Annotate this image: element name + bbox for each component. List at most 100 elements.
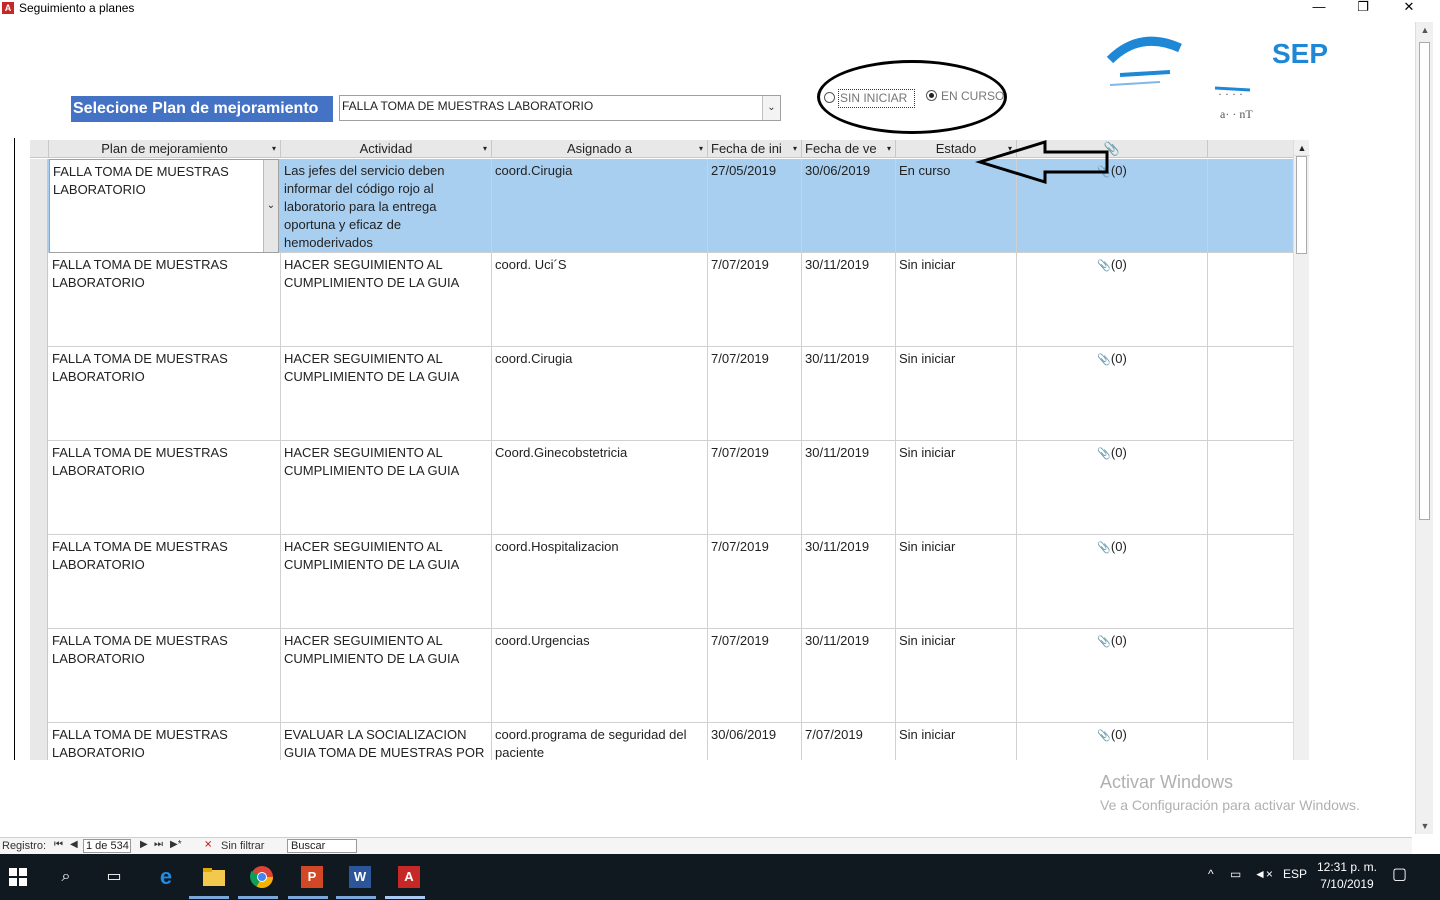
cell-asignado[interactable]: coord.Cirugia [492, 347, 708, 441]
search-field[interactable]: Buscar [287, 839, 357, 853]
cell-actividad[interactable]: HACER SEGUIMIENTO AL CUMPLIMIENTO DE LA … [281, 253, 492, 347]
table-row[interactable]: FALLA TOMA DE MUESTRAS LABORATORIO HACER … [30, 347, 1293, 441]
cell-asignado[interactable]: coord.Hospitalizacion [492, 535, 708, 629]
scroll-up-arrow-icon[interactable]: ▲ [1294, 140, 1310, 156]
row-selector[interactable] [30, 723, 48, 760]
first-record-icon[interactable]: ⏮ [54, 839, 63, 850]
chevron-down-icon[interactable]: ⌄ [762, 96, 780, 120]
cell-estado[interactable]: Sin iniciar [896, 629, 1017, 723]
cell-plan[interactable]: FALLA TOMA DE MUESTRAS LABORATORIO [49, 347, 281, 441]
grid-scrollbar[interactable]: ▲ [1293, 140, 1310, 760]
volume-muted-icon[interactable]: ◄× [1254, 867, 1273, 881]
cell-estado[interactable]: Sin iniciar [896, 535, 1017, 629]
table-row[interactable]: FALLA TOMA DE MUESTRAS LABORATORIO HACER … [30, 253, 1293, 347]
column-header-actividad[interactable]: Actividad ▾ [281, 140, 492, 158]
search-icon[interactable]: ⌕ [52, 863, 80, 891]
cell-estado[interactable]: Sin iniciar [896, 347, 1017, 441]
cell-asignado[interactable]: coord. Uci´S [492, 253, 708, 347]
chrome-icon[interactable] [248, 863, 276, 891]
cell-fecha-ini[interactable]: 7/07/2019 [708, 347, 802, 441]
table-row[interactable]: FALLA TOMA DE MUESTRAS LABORATORIO HACER … [30, 629, 1293, 723]
network-icon[interactable]: ▭ [1230, 867, 1241, 881]
row-selector[interactable] [30, 629, 48, 723]
minimize-button[interactable]: — [1296, 0, 1342, 16]
cell-plan[interactable]: FALLA TOMA DE MUESTRAS LABORATORIO [49, 253, 281, 347]
cell-fecha-ve[interactable]: 30/11/2019 [802, 347, 896, 441]
cell-fecha-ini[interactable]: 7/07/2019 [708, 253, 802, 347]
header-selector[interactable] [30, 140, 49, 158]
tray-expand-icon[interactable]: ^ [1208, 867, 1214, 881]
file-explorer-icon[interactable] [200, 863, 228, 891]
dropdown-arrow-icon[interactable]: ▾ [887, 140, 891, 157]
radio-sin-iniciar-label[interactable]: SIN INICIAR [838, 89, 915, 108]
row-selector[interactable] [30, 441, 48, 535]
cell-plan[interactable]: FALLA TOMA DE MUESTRAS LABORATORIO [49, 629, 281, 723]
restore-button[interactable]: ❐ [1340, 0, 1386, 16]
cell-fecha-ini[interactable]: 7/07/2019 [708, 629, 802, 723]
row-selector[interactable] [30, 535, 48, 629]
cell-plan[interactable]: FALLA TOMA DE MUESTRAS LABORATORIO [49, 441, 281, 535]
cell-fecha-ve[interactable]: 30/11/2019 [802, 535, 896, 629]
window-scrollbar[interactable]: ▲ ▼ [1415, 22, 1433, 834]
close-button[interactable]: ✕ [1386, 0, 1432, 16]
cell-fecha-ini[interactable]: 7/07/2019 [708, 441, 802, 535]
dropdown-arrow-icon[interactable]: ▾ [793, 140, 797, 157]
row-selector[interactable] [30, 253, 48, 347]
last-record-icon[interactable]: ⏭ [154, 839, 163, 850]
table-row[interactable]: FALLA TOMA DE MUESTRAS LABORATORIO EVALUA… [30, 723, 1293, 760]
cell-fecha-ve[interactable]: 30/06/2019 [802, 159, 896, 253]
cell-plan[interactable]: FALLA TOMA DE MUESTRAS LABORATORIO [49, 723, 281, 760]
cell-asignado[interactable]: Coord.Ginecobstetricia [492, 441, 708, 535]
cell-plan[interactable]: FALLA TOMA DE MUESTRAS LABORATORIO [49, 535, 281, 629]
powerpoint-icon[interactable]: P [298, 863, 326, 891]
scroll-down-arrow-icon[interactable]: ▼ [1416, 818, 1434, 834]
cell-adjuntos[interactable]: 📎(0) [1017, 535, 1208, 629]
word-icon[interactable]: W [346, 863, 374, 891]
dropdown-arrow-icon[interactable]: ▾ [699, 140, 703, 157]
cell-fecha-ini[interactable]: 27/05/2019 [708, 159, 802, 253]
cell-fecha-ini[interactable]: 7/07/2019 [708, 535, 802, 629]
cell-adjuntos[interactable]: 📎(0) [1017, 253, 1208, 347]
plan-combobox[interactable]: FALLA TOMA DE MUESTRAS LABORATORIO ⌄ [339, 95, 781, 121]
chevron-down-icon[interactable]: ⌄ [263, 160, 278, 252]
cell-actividad[interactable]: Las jefes del servicio deben informar de… [281, 159, 492, 253]
language-indicator[interactable]: ESP [1283, 867, 1307, 881]
cell-adjuntos[interactable]: 📎(0) [1017, 441, 1208, 535]
cell-fecha-ve[interactable]: 30/11/2019 [802, 629, 896, 723]
cell-estado[interactable]: Sin iniciar [896, 253, 1017, 347]
cell-fecha-ve[interactable]: 30/11/2019 [802, 441, 896, 535]
cell-asignado[interactable]: coord.Urgencias [492, 629, 708, 723]
column-header-fecha-ini[interactable]: Fecha de ini ▾ [708, 140, 802, 158]
cell-actividad[interactable]: HACER SEGUIMIENTO AL CUMPLIMIENTO DE LA … [281, 629, 492, 723]
cell-estado[interactable]: Sin iniciar [896, 441, 1017, 535]
cell-asignado[interactable]: coord.Cirugia [492, 159, 708, 253]
radio-sin-iniciar[interactable] [824, 92, 835, 103]
filter-status[interactable]: Sin filtrar [221, 840, 264, 852]
cell-fecha-ve[interactable]: 7/07/2019 [802, 723, 896, 760]
grid-scrollbar-thumb[interactable] [1296, 156, 1307, 254]
radio-en-curso-label[interactable]: EN CURSO [941, 89, 1004, 103]
new-record-icon[interactable]: ▶* [170, 839, 182, 850]
cell-estado[interactable]: Sin iniciar [896, 723, 1017, 760]
notifications-icon[interactable]: ▢ [1392, 864, 1407, 884]
cell-adjuntos[interactable]: 📎(0) [1017, 723, 1208, 760]
edge-icon[interactable]: e [152, 863, 180, 891]
access-icon[interactable]: A [395, 863, 423, 891]
row-selector[interactable] [30, 159, 48, 253]
next-record-icon[interactable]: ▶ [140, 839, 148, 850]
window-scrollbar-thumb[interactable] [1419, 42, 1430, 520]
current-record-field[interactable]: 1 de 534 [83, 839, 131, 853]
cell-actividad[interactable]: HACER SEGUIMIENTO AL CUMPLIMIENTO DE LA … [281, 535, 492, 629]
cell-asignado[interactable]: coord.programa de seguridad del paciente [492, 723, 708, 760]
start-icon[interactable] [4, 863, 32, 891]
cell-adjuntos[interactable]: 📎(0) [1017, 347, 1208, 441]
column-header-plan[interactable]: Plan de mejoramiento ▾ [49, 140, 281, 158]
table-row[interactable]: FALLA TOMA DE MUESTRAS LABORATORIO HACER … [30, 441, 1293, 535]
radio-en-curso[interactable] [926, 90, 937, 101]
scroll-up-arrow-icon[interactable]: ▲ [1416, 22, 1434, 38]
cell-actividad[interactable]: HACER SEGUIMIENTO AL CUMPLIMIENTO DE LA … [281, 441, 492, 535]
column-header-fecha-ve[interactable]: Fecha de ve ▾ [802, 140, 896, 158]
dropdown-arrow-icon[interactable]: ▾ [272, 140, 276, 157]
clock[interactable]: 12:31 p. m. 7/10/2019 [1312, 859, 1382, 893]
cell-fecha-ve[interactable]: 30/11/2019 [802, 253, 896, 347]
